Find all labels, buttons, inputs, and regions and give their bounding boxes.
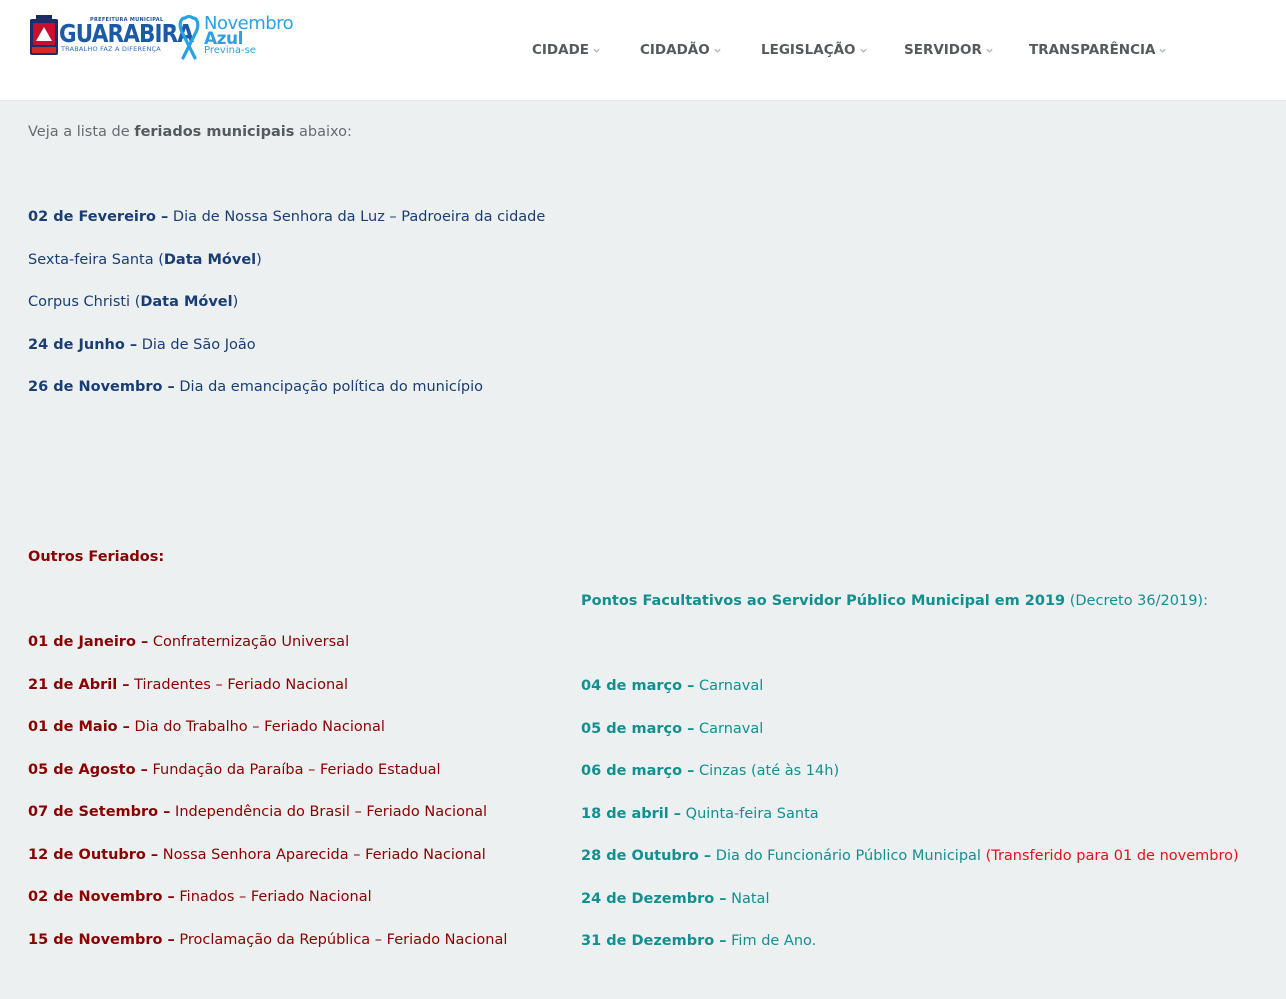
outros-item: 01 de Maio – Dia do Trabalho – Feriado N… xyxy=(28,719,385,735)
pontos-item: 31 de Dezembro – Fim de Ano. xyxy=(581,933,816,949)
nav-label: TRANSPARÊNCIA xyxy=(1029,42,1156,58)
ponto-date: 06 de março – xyxy=(581,763,695,779)
holiday-desc: Confraternização Universal xyxy=(148,634,350,650)
intro-after: abaixo: xyxy=(294,124,352,140)
holiday-desc: Tiradentes – Feriado Nacional xyxy=(129,677,349,693)
intro-text: Veja a lista de feriados municipais abai… xyxy=(28,124,352,140)
city-crest-icon xyxy=(30,15,58,55)
chevron-down-icon xyxy=(593,48,600,53)
outros-item: 21 de Abril – Tiradentes – Feriado Nacio… xyxy=(28,677,348,693)
outros-heading: Outros Feriados: xyxy=(28,549,164,565)
holiday-date: 01 de Janeiro – xyxy=(28,634,149,650)
holiday-desc: Nossa Senhora Aparecida – Feriado Nacion… xyxy=(158,847,486,863)
ponto-desc: Natal xyxy=(726,891,770,907)
holiday-date: 24 de Junho – xyxy=(28,337,138,353)
ponto-date: 31 de Dezembro – xyxy=(581,933,727,949)
holiday-date: 07 de Setembro – xyxy=(28,804,171,820)
municipal-item: 24 de Junho – Dia de São João xyxy=(28,337,256,353)
chevron-down-icon xyxy=(986,48,993,53)
holiday-desc: Corpus Christi ( xyxy=(28,294,141,310)
campaign-line-3: Previna-se xyxy=(204,45,257,56)
pontos-item: 24 de Dezembro – Natal xyxy=(581,891,769,907)
ponto-desc: Quinta-feira Santa xyxy=(681,806,819,822)
holiday-date: 12 de Outubro – xyxy=(28,847,159,863)
site-logo[interactable]: PREFEITURA MUNICIPAL GUARABIRA TRABALHO … xyxy=(28,13,298,61)
nav-label: LEGISLAÇÃO xyxy=(761,42,856,58)
ponto-date: 05 de março – xyxy=(581,721,695,737)
holiday-date: 01 de Maio – xyxy=(28,719,130,735)
municipal-item: 02 de Fevereiro – Dia de Nossa Senhora d… xyxy=(28,209,545,225)
holiday-desc: Dia de Nossa Senhora da Luz – Padroeira … xyxy=(168,209,546,225)
ponto-note: (Transferido para 01 de novembro) xyxy=(985,848,1239,864)
holiday-note: Data Móvel xyxy=(140,294,233,310)
site-header: PREFEITURA MUNICIPAL GUARABIRA TRABALHO … xyxy=(0,0,1286,101)
holiday-date: 02 de Novembro – xyxy=(28,889,175,905)
nav-label: CIDADE xyxy=(532,42,590,58)
nav-label: SERVIDOR xyxy=(904,42,982,58)
holiday-desc: Dia do Trabalho – Feriado Nacional xyxy=(129,719,385,735)
ponto-desc: Dia do Funcionário Público Municipal xyxy=(711,848,986,864)
intro-bold: feriados municipais xyxy=(134,124,295,140)
municipal-item: Corpus Christi (Data Móvel) xyxy=(28,294,238,310)
pontos-decree: (Decreto 36/2019): xyxy=(1065,593,1208,609)
pontos-item: 04 de março – Carnaval xyxy=(581,678,763,694)
holiday-paren: ) xyxy=(232,294,239,310)
ponto-desc: Cinzas (até às 14h) xyxy=(694,763,840,779)
chevron-down-icon xyxy=(714,48,721,53)
nav-item-transparencia[interactable]: TRANSPARÊNCIA xyxy=(1029,42,1167,58)
outros-item: 15 de Novembro – Proclamação da Repúblic… xyxy=(28,932,507,948)
holiday-date: 02 de Fevereiro – xyxy=(28,209,169,225)
intro-before: Veja a lista de xyxy=(28,124,135,140)
holiday-desc: Finados – Feriado Nacional xyxy=(174,889,372,905)
outros-item: 05 de Agosto – Fundação da Paraíba – Fer… xyxy=(28,762,441,778)
pontos-item: 28 de Outubro – Dia do Funcionário Públi… xyxy=(581,848,1239,864)
pontos-item: 05 de março – Carnaval xyxy=(581,721,763,737)
holiday-desc: Fundação da Paraíba – Feriado Estadual xyxy=(147,762,441,778)
holiday-note: Data Móvel xyxy=(163,252,257,268)
ponto-date: 24 de Dezembro – xyxy=(581,891,727,907)
holiday-desc: Sexta-feira Santa ( xyxy=(28,252,164,268)
outros-item: 02 de Novembro – Finados – Feriado Nacio… xyxy=(28,889,372,905)
nav-item-servidor[interactable]: SERVIDOR xyxy=(904,42,994,58)
logo-tagline: TRABALHO FAZ A DIFERENÇA xyxy=(61,45,161,53)
holiday-desc: Independência do Brasil – Feriado Nacion… xyxy=(170,804,488,820)
holiday-date: 26 de Novembro – xyxy=(28,379,175,395)
holiday-paren: ) xyxy=(256,252,262,268)
outros-item: 07 de Setembro – Independência do Brasil… xyxy=(28,804,487,820)
municipal-item: Sexta-feira Santa (Data Móvel) xyxy=(28,252,262,268)
municipal-item: 26 de Novembro – Dia da emancipação polí… xyxy=(28,379,483,395)
holiday-desc: Dia de São João xyxy=(137,337,256,353)
logo-name: GUARABIRA xyxy=(59,19,194,48)
ponto-date: 04 de março – xyxy=(581,678,695,694)
outros-item: 01 de Janeiro – Confraternização Univers… xyxy=(28,634,349,650)
pontos-heading-text: Pontos Facultativos ao Servidor Público … xyxy=(581,593,1066,609)
holiday-date: 15 de Novembro – xyxy=(28,932,175,948)
holiday-date: 21 de Abril – xyxy=(28,677,130,693)
holiday-desc: Proclamação da República – Feriado Nacio… xyxy=(174,932,508,948)
chevron-down-icon xyxy=(1159,48,1167,53)
ponto-desc: Carnaval xyxy=(694,721,764,737)
outros-item: 12 de Outubro – Nossa Senhora Aparecida … xyxy=(28,847,486,863)
nav-item-cidadao[interactable]: CIDADÃO xyxy=(640,42,722,58)
ponto-desc: Fim de Ano. xyxy=(726,933,817,949)
nav-item-cidade[interactable]: CIDADE xyxy=(532,42,601,58)
ponto-desc: Carnaval xyxy=(694,678,764,694)
outros-heading-text: Outros Feriados: xyxy=(28,549,165,565)
holiday-desc: Dia da emancipação política do município xyxy=(174,379,483,395)
holiday-date: 05 de Agosto – xyxy=(28,762,148,778)
ponto-date: 18 de abril – xyxy=(581,806,682,822)
ponto-date: 28 de Outubro – xyxy=(581,848,712,864)
pontos-item: 06 de março – Cinzas (até às 14h) xyxy=(581,763,839,779)
awareness-ribbon-icon xyxy=(178,14,200,60)
chevron-down-icon xyxy=(859,48,867,53)
pontos-heading: Pontos Facultativos ao Servidor Público … xyxy=(581,593,1208,609)
nav-item-legislacao[interactable]: LEGISLAÇÃO xyxy=(761,42,868,58)
pontos-item: 18 de abril – Quinta-feira Santa xyxy=(581,806,819,822)
nav-label: CIDADÃO xyxy=(640,42,710,58)
